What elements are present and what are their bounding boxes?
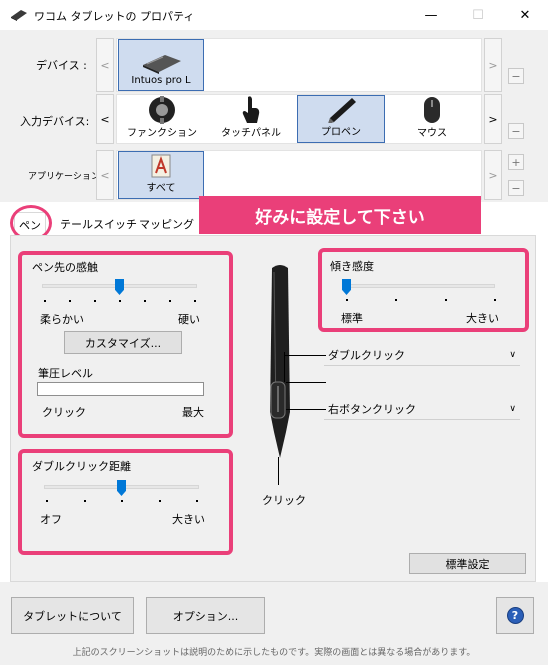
tip-feel-right-label: 硬い (178, 313, 200, 326)
pen-tip-label: クリック (262, 494, 306, 507)
input-tile-touch[interactable]: タッチパネル (207, 95, 295, 143)
double-click-left-label: オフ (40, 513, 62, 526)
pressure-level-bar (37, 382, 204, 396)
app-row-label: アプリケーション : (28, 172, 106, 182)
close-button[interactable]: ✕ (502, 0, 548, 30)
input-tile-label: マウス (417, 128, 447, 139)
input-remove-button[interactable]: − (508, 123, 524, 139)
slider-tick (144, 300, 146, 302)
device-tile-intuos[interactable]: Intuos pro L (118, 39, 204, 91)
tablet-app-icon (11, 10, 27, 21)
input-tile-label: タッチパネル (221, 128, 281, 139)
tab-tail-switch[interactable]: テールスイッチ (56, 213, 141, 235)
device-remove-button[interactable]: − (508, 68, 524, 84)
upper-switch-dropdown[interactable]: ダブルクリック ∨ (324, 344, 520, 366)
input-tile-mouse[interactable]: マウス (388, 95, 476, 143)
input-tile-pro-pen[interactable]: プロペン (297, 95, 385, 143)
input-right-arrow[interactable]: > (484, 94, 502, 144)
help-button[interactable]: ? (496, 597, 534, 634)
app-left-arrow[interactable]: < (96, 150, 114, 200)
window-title: ワコム タブレットの プロパティ (34, 10, 195, 23)
app-right-arrow[interactable]: > (484, 150, 502, 200)
minimize-button[interactable]: — (408, 0, 454, 30)
lower-switch-leader (286, 409, 326, 410)
pressure-left-label: クリック (42, 406, 86, 419)
app-add-button[interactable]: + (508, 154, 524, 170)
slider-tick (69, 300, 71, 302)
help-icon: ? (506, 607, 524, 624)
tip-feel-left-label: 柔らかい (40, 313, 84, 326)
slider-tick (94, 300, 96, 302)
chevron-down-icon: ∨ (509, 403, 516, 414)
pen-icon (328, 98, 356, 123)
slider-tick (194, 300, 196, 302)
slider-tick (445, 299, 447, 301)
slider-tick (169, 300, 171, 302)
device-left-arrow[interactable]: < (96, 38, 114, 92)
customize-button[interactable]: カスタマイズ... (64, 331, 182, 354)
tip-feel-title: ペン先の感触 (32, 261, 98, 274)
pen-illustration-icon (270, 265, 290, 458)
input-left-arrow[interactable]: < (96, 94, 114, 144)
touch-hand-icon (242, 96, 260, 123)
device-right-arrow[interactable]: > (484, 38, 502, 92)
lower-switch-value: 右ボタンクリック (328, 402, 416, 416)
maximize-button[interactable]: ☐ (455, 0, 501, 30)
upper-switch-leader-v (284, 352, 285, 382)
input-row-label: 入力デバイス: (20, 115, 90, 128)
tab-mapping[interactable]: マッピング (135, 213, 198, 235)
slider-tick (196, 500, 198, 502)
tilt-right-label: 大きい (466, 312, 499, 325)
app-remove-button[interactable]: − (508, 180, 524, 196)
slider-tick (119, 300, 121, 302)
double-click-title: ダブルクリック距離 (32, 460, 131, 473)
mouse-icon (424, 97, 440, 123)
tilt-left-label: 標準 (341, 312, 363, 325)
all-applications-icon (151, 154, 171, 178)
pen-tip-leader (278, 457, 279, 485)
input-tile-label: ファンクション (127, 128, 197, 139)
pressure-level-label: 筆圧レベル (38, 367, 93, 380)
device-tile-label: Intuos pro L (131, 75, 191, 86)
tablet-device-icon (143, 55, 181, 74)
disclaimer-note: 上記のスクリーンショットは説明のために示したものです。実際の画面とは異なる場合が… (72, 648, 476, 658)
app-tile-label: すべて (146, 183, 176, 194)
default-settings-button[interactable]: 標準設定 (409, 553, 526, 574)
express-keys-icon (149, 96, 175, 124)
chevron-down-icon: ∨ (509, 349, 516, 360)
double-click-right-label: 大きい (172, 513, 205, 526)
slider-tick (395, 299, 397, 301)
slider-tick (494, 299, 496, 301)
slider-tick (159, 500, 161, 502)
input-tile-function[interactable]: ファンクション (118, 95, 206, 143)
lower-switch-dropdown[interactable]: 右ボタンクリック ∨ (324, 398, 520, 420)
upper-switch-leader (286, 382, 326, 383)
device-selector-area: デバイス : < Intuos pro L > − 入力デバイス: < ファンク… (0, 30, 548, 202)
slider-tick (84, 500, 86, 502)
app-tile-all[interactable]: すべて (118, 151, 204, 199)
upper-switch-leader-h (284, 355, 326, 356)
slider-tick (46, 500, 48, 502)
tilt-title: 傾き感度 (330, 260, 374, 273)
slider-tick (121, 500, 123, 502)
upper-switch-value: ダブルクリック (328, 348, 405, 362)
instruction-banner: 好みに設定して下さい (199, 196, 481, 234)
input-tile-label: プロペン (321, 127, 361, 138)
title-bar: ワコム タブレットの プロパティ — ☐ ✕ (0, 0, 548, 30)
slider-tick (44, 300, 46, 302)
options-button[interactable]: オプション... (146, 597, 265, 634)
about-tablet-button[interactable]: タブレットについて (11, 597, 134, 634)
pressure-right-label: 最大 (182, 406, 204, 419)
device-row-label: デバイス : (36, 59, 87, 72)
tilt-track (343, 284, 495, 288)
slider-tick (346, 299, 348, 301)
